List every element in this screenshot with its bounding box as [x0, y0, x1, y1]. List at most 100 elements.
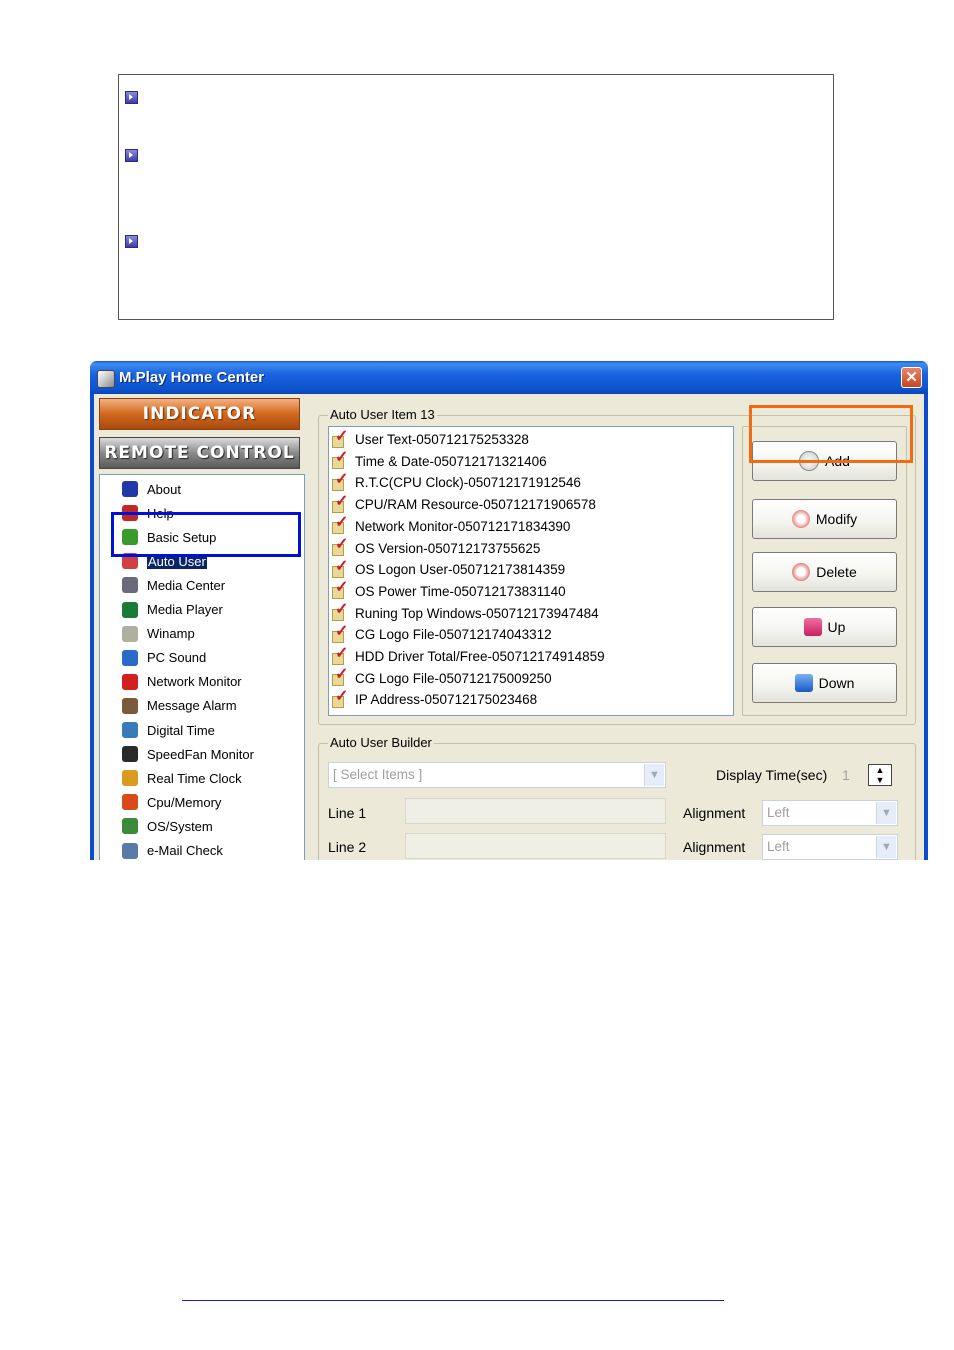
alignment2-label: Alignment [683, 839, 746, 855]
up-arrow-icon [803, 618, 822, 636]
bullet-arrow-icon [125, 149, 138, 162]
auto-user-item-title: Auto User Item 13 [328, 407, 437, 422]
nav-item[interactable]: About [122, 479, 181, 499]
title-bar[interactable]: M.Play Home Center ✕ [90, 361, 928, 394]
auto-user-item-list[interactable]: ✓ User Text-050712175253328 ✓ Time & Date-0… [328, 426, 734, 716]
fan-icon [122, 746, 138, 763]
user-icon [122, 481, 138, 497]
alignment2-dropdown[interactable]: Left ▼ [762, 834, 898, 860]
down-arrow-icon [794, 674, 813, 692]
app-icon [97, 370, 115, 388]
check-icon: ✓ [332, 580, 348, 600]
modify-button[interactable]: Modify [752, 499, 897, 539]
nav-item[interactable]: Real Time Clock [122, 768, 242, 788]
window-title: M.Play Home Center [119, 369, 265, 386]
list-item[interactable]: ✓ User Text-050712175253328 [332, 428, 529, 450]
line1-label: Line 1 [328, 805, 367, 821]
indicator-button[interactable]: INDICATOR [99, 398, 300, 430]
winamp-icon [122, 625, 138, 642]
check-icon: ✓ [332, 450, 348, 470]
nav-item[interactable]: Message Alarm [122, 696, 237, 716]
list-item-label: CG Logo File-050712175009250 [355, 670, 552, 686]
nav-item-label: OS/System [147, 818, 213, 834]
nav-item-label: Media Player [147, 602, 223, 617]
list-item-label: R.T.C(CPU Clock)-050712171912546 [355, 475, 581, 491]
list-item[interactable]: ✓ OS Logon User-050712173814359 [332, 558, 566, 580]
modify-icon [791, 510, 810, 528]
line2-field[interactable] [405, 833, 666, 859]
list-item-label: HDD Driver Total/Free-050712174914859 [355, 649, 605, 664]
list-item[interactable]: ✓ CG Logo File-050712174043312 [332, 623, 552, 645]
list-item[interactable]: ✓ Runing Top Windows-050712173947484 [332, 602, 599, 624]
list-item[interactable]: ✓ OS Power Time-050712173831140 [332, 580, 566, 602]
select-items-dropdown[interactable]: [ Select Items ] ▼ [328, 762, 666, 788]
auto-user-builder-title: Auto User Builder [328, 735, 434, 750]
display-time-spinner[interactable]: ▲ ▼ [868, 764, 892, 786]
close-button[interactable]: ✕ [901, 367, 922, 388]
chevron-down-icon[interactable]: ▼ [644, 764, 664, 786]
nav-item[interactable]: Digital Time [122, 720, 215, 740]
alignment1-dropdown[interactable]: Left ▼ [762, 800, 898, 826]
list-item-label: CG Logo File-050712174043312 [355, 627, 552, 643]
alignment1-label: Alignment [683, 805, 746, 821]
display-time-value[interactable]: 1 [842, 767, 850, 783]
list-item-label: OS Version-050712173755625 [355, 540, 541, 556]
nav-item[interactable]: PC Sound [122, 648, 206, 668]
nav-item[interactable]: OS/System [122, 816, 213, 836]
check-icon: ✓ [332, 688, 348, 708]
check-icon: ✓ [332, 471, 348, 491]
window-frame-left [90, 394, 94, 860]
down-button[interactable]: Down [752, 663, 897, 703]
note-box [118, 74, 834, 320]
nav-item[interactable]: Media Player [122, 600, 223, 620]
alarm-icon [122, 697, 138, 714]
nav-item[interactable]: Winamp [122, 624, 195, 644]
chevron-down-icon[interactable]: ▼ [876, 802, 896, 824]
nav-item-label: Network Monitor [147, 674, 242, 690]
nav-item-label: Cpu/Memory [147, 794, 222, 810]
media-center-icon [122, 577, 138, 594]
up-button[interactable]: Up [752, 607, 897, 647]
list-item-label: User Text-050712175253328 [355, 432, 529, 447]
list-item[interactable]: ✓ OS Version-050712173755625 [332, 537, 541, 559]
list-item[interactable]: ✓ IP Address-050712175023468 [332, 688, 537, 710]
list-item-label: OS Logon User-050712173814359 [355, 562, 566, 578]
nav-item[interactable]: SpeedFan Monitor [122, 744, 254, 764]
nav-item-label: SpeedFan Monitor [147, 746, 254, 762]
nav-item[interactable]: Cpu/Memory [122, 792, 221, 812]
nav-item-label: Winamp [147, 626, 195, 642]
nav-item-label: About [147, 481, 181, 497]
nav-item[interactable]: Media Center [122, 575, 225, 595]
list-item-label: Network Monitor-050712171834390 [355, 518, 571, 534]
highlight-basic-setup [111, 512, 301, 557]
cpu-icon [122, 794, 138, 811]
os-icon [122, 818, 138, 835]
list-item-label: CPU/RAM Resource-050712171906578 [355, 497, 596, 513]
nav-item-label: Message Alarm [147, 698, 237, 714]
list-item[interactable]: ✓ Time & Date-050712171321406 [332, 450, 547, 472]
network-icon [122, 673, 138, 690]
nav-item[interactable]: Network Monitor [122, 672, 242, 692]
nav-item-label: Media Center [147, 577, 226, 593]
list-item[interactable]: ✓ Network Monitor-050712171834390 [332, 515, 571, 537]
list-item[interactable]: ✓ R.T.C(CPU Clock)-050712171912546 [332, 471, 581, 493]
window-frame-right [924, 394, 928, 860]
nav-item[interactable]: e-Mail Check [122, 841, 223, 861]
nav-item-label: PC Sound [147, 650, 207, 666]
list-item[interactable]: ✓ HDD Driver Total/Free-050712174914859 [332, 645, 605, 667]
list-item-label: Time & Date-050712171321406 [355, 453, 547, 469]
check-icon: ✓ [332, 537, 348, 556]
line2-label: Line 2 [328, 839, 367, 855]
nav-item-label: Digital Time [147, 722, 215, 738]
bullet-arrow-icon [125, 235, 138, 248]
bullet-arrow-icon [125, 91, 138, 104]
line1-field[interactable] [405, 798, 666, 824]
chevron-down-icon[interactable]: ▼ [876, 836, 896, 858]
nav-item-label: e-Mail Check [147, 843, 223, 858]
delete-button[interactable]: Delete [752, 552, 897, 592]
list-item[interactable]: ✓ CPU/RAM Resource-050712171906578 [332, 493, 596, 515]
remote-control-button[interactable]: REMOTE CONTROL [99, 437, 300, 469]
display-time-label: Display Time(sec) [716, 767, 828, 783]
list-item[interactable]: ✓ CG Logo File-050712175009250 [332, 667, 552, 689]
rtc-icon [122, 770, 138, 787]
